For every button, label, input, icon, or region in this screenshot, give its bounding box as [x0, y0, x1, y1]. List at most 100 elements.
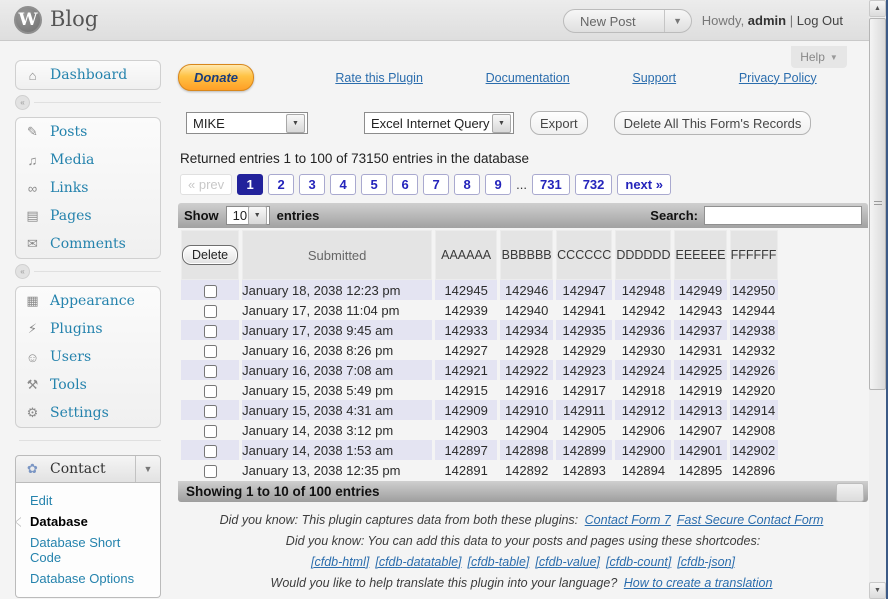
submenu-item-edit[interactable]: Edit	[30, 490, 152, 511]
sidebar-item-settings[interactable]: ⚙Settings	[16, 399, 160, 427]
delete-button[interactable]: Delete	[182, 245, 238, 265]
column-header-eeeeee[interactable]: EEEEEE	[674, 230, 726, 280]
row-checkbox[interactable]	[204, 365, 217, 378]
row-checkbox-cell	[181, 400, 239, 420]
submenu-item-database-options[interactable]: Database Options	[30, 568, 152, 589]
page-button-8[interactable]: 8	[454, 174, 480, 195]
plugin-link-documentation[interactable]: Documentation	[486, 71, 570, 85]
users-icon: ☺	[24, 350, 41, 365]
horizontal-scroll-thumb[interactable]	[836, 483, 864, 502]
chevron-down-icon[interactable]: ▼	[664, 10, 691, 32]
admin-top-bar: W Blog New Post ▼ Howdy, admin | Log Out	[0, 0, 871, 41]
sidebar-item-links[interactable]: ∞Links	[16, 174, 160, 202]
sidebar-item-label: Posts	[50, 124, 87, 140]
plugin-link-rate-this-plugin[interactable]: Rate this Plugin	[335, 71, 423, 85]
column-header-dddddd[interactable]: DDDDDD	[615, 230, 671, 280]
export-format-select[interactable]: Excel Internet Query ▼	[364, 112, 514, 134]
sidebar-item-posts[interactable]: ✎Posts	[16, 118, 160, 146]
donate-button[interactable]: Donate	[178, 64, 254, 91]
sidebar-content-menu: ✎Posts♫Media∞Links▤Pages✉Comments	[15, 117, 161, 259]
sidebar-item-pages[interactable]: ▤Pages	[16, 202, 160, 230]
submenu-item-database-short-code[interactable]: Database Short Code	[30, 532, 152, 568]
plugin-ref-link-fast-secure-contact-form[interactable]: Fast Secure Contact Form	[677, 513, 824, 527]
page-button-732[interactable]: 732	[575, 174, 613, 195]
page-length-select[interactable]: 10 ▼	[226, 206, 270, 225]
page-button-2[interactable]: 2	[268, 174, 294, 195]
sidebar-item-contact[interactable]: ✿ Contact ▼	[15, 455, 161, 483]
collapse-arrow-icon[interactable]: «	[15, 264, 30, 279]
column-header-submitted[interactable]: Submitted	[242, 230, 432, 280]
logout-link[interactable]: Log Out	[797, 13, 843, 28]
plugin-link-support[interactable]: Support	[632, 71, 676, 85]
sidebar-item-users[interactable]: ☺Users	[16, 343, 160, 371]
value-cell: 142939	[435, 300, 497, 320]
submenu-item-database[interactable]: Database	[30, 511, 152, 532]
plugin-ref-link-contact-form-7[interactable]: Contact Form 7	[585, 513, 671, 527]
shortcode-link--cfdb-value-[interactable]: [cfdb-value]	[535, 555, 600, 569]
plugin-link-privacy-policy[interactable]: Privacy Policy	[739, 71, 817, 85]
shortcode-link--cfdb-html-[interactable]: [cfdb-html]	[311, 555, 369, 569]
shortcode-link--cfdb-json-[interactable]: [cfdb-json]	[677, 555, 735, 569]
value-cell: 142900	[615, 440, 671, 460]
row-checkbox[interactable]	[204, 385, 217, 398]
row-checkbox[interactable]	[204, 445, 217, 458]
value-cell: 142925	[674, 360, 726, 380]
sidebar-item-media[interactable]: ♫Media	[16, 146, 160, 174]
sidebar-item-plugins[interactable]: ⚡Plugins	[16, 315, 160, 343]
value-cell: 142904	[500, 420, 553, 440]
sidebar-item-label: Media	[50, 152, 94, 168]
form-select[interactable]: MIKE ▼	[186, 112, 308, 134]
row-checkbox[interactable]	[204, 285, 217, 298]
row-checkbox-cell	[181, 280, 239, 300]
translation-link[interactable]: How to create a translation	[624, 576, 773, 590]
row-checkbox[interactable]	[204, 465, 217, 478]
sidebar-item-label: Links	[50, 180, 88, 196]
row-checkbox[interactable]	[204, 325, 217, 338]
row-checkbox[interactable]	[204, 305, 217, 318]
page-button-1[interactable]: 1	[237, 174, 263, 195]
submitted-cell: January 15, 2038 5:49 pm	[242, 380, 432, 400]
prev-page-button[interactable]: « prev	[180, 174, 232, 195]
appearance-icon: ▦	[24, 293, 41, 309]
page-button-4[interactable]: 4	[330, 174, 356, 195]
window-scrollbar[interactable]: ▲ ▼	[869, 0, 886, 599]
column-header-ffffff[interactable]: FFFFFF	[730, 230, 778, 280]
search-input[interactable]	[704, 206, 862, 225]
shortcode-link--cfdb-count-[interactable]: [cfdb-count]	[606, 555, 671, 569]
table-controls-bar: Show 10 ▼ entries Search:	[178, 203, 868, 228]
sidebar-item-dashboard[interactable]: ⌂ Dashboard	[15, 60, 161, 90]
dropdown-arrow-icon: ▼	[248, 206, 267, 225]
sidebar-item-comments[interactable]: ✉Comments	[16, 230, 160, 258]
row-checkbox[interactable]	[204, 345, 217, 358]
value-cell: 142931	[674, 340, 726, 360]
scroll-up-arrow-icon[interactable]: ▲	[869, 0, 886, 17]
page-button-3[interactable]: 3	[299, 174, 325, 195]
shortcode-link--cfdb-table-[interactable]: [cfdb-table]	[468, 555, 530, 569]
row-checkbox[interactable]	[204, 405, 217, 418]
page-button-5[interactable]: 5	[361, 174, 387, 195]
scroll-down-arrow-icon[interactable]: ▼	[869, 582, 886, 599]
shortcode-link--cfdb-datatable-[interactable]: [cfdb-datatable]	[375, 555, 461, 569]
delete-all-records-button[interactable]: Delete All This Form's Records	[614, 111, 812, 135]
page-button-9[interactable]: 9	[485, 174, 511, 195]
value-cell: 142944	[730, 300, 778, 320]
page-button-731[interactable]: 731	[532, 174, 570, 195]
page-button-7[interactable]: 7	[423, 174, 449, 195]
next-page-button[interactable]: next »	[617, 174, 671, 195]
row-checkbox-cell	[181, 460, 239, 480]
row-checkbox[interactable]	[204, 425, 217, 438]
submitted-cell: January 14, 2038 1:53 am	[242, 440, 432, 460]
new-post-button[interactable]: New Post ▼	[563, 9, 692, 33]
username[interactable]: admin	[748, 13, 786, 28]
page-button-6[interactable]: 6	[392, 174, 418, 195]
column-header-cccccc[interactable]: CCCCCC	[556, 230, 612, 280]
sidebar-item-tools[interactable]: ⚒Tools	[16, 371, 160, 399]
table-row: January 17, 2038 9:45 am1429331429341429…	[181, 320, 778, 340]
collapse-arrow-icon[interactable]: «	[15, 95, 30, 110]
sidebar-item-appearance[interactable]: ▦Appearance	[16, 287, 160, 315]
export-button[interactable]: Export	[530, 111, 588, 135]
column-header-aaaaaa[interactable]: AAAAAA	[435, 230, 497, 280]
chevron-down-icon[interactable]: ▼	[135, 456, 160, 482]
scrollbar-thumb[interactable]	[869, 18, 886, 390]
column-header-bbbbbb[interactable]: BBBBBB	[500, 230, 553, 280]
